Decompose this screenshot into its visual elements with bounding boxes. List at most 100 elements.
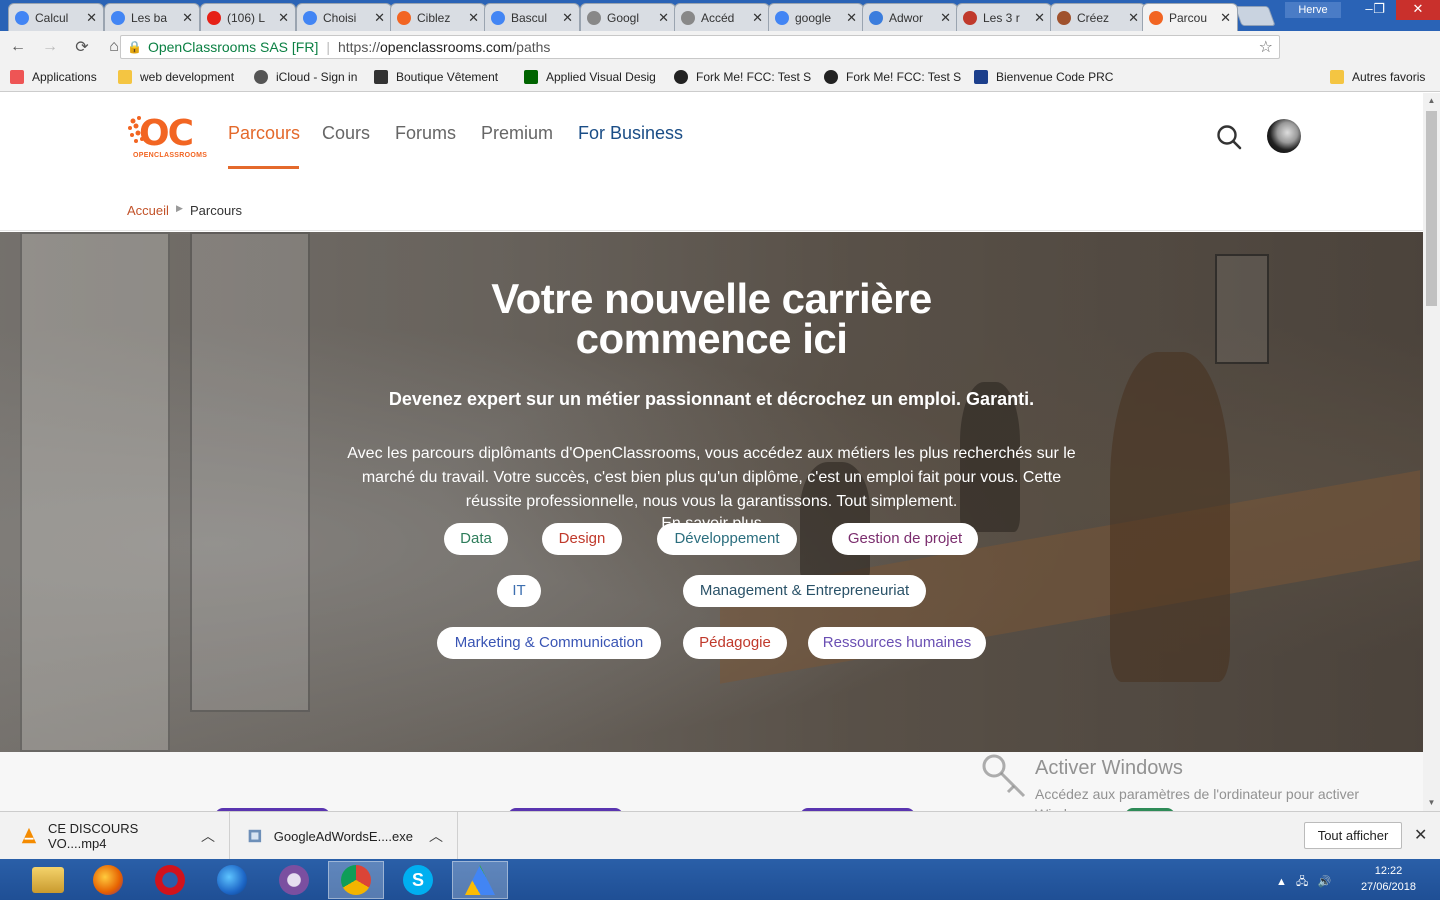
category-pill[interactable]: Pédagogie [683,627,787,659]
browser-tab[interactable]: Parcou ✕ [1142,3,1238,31]
nav-for-business[interactable]: For Business [578,123,683,144]
download-item[interactable]: GoogleAdWordsE....exe ︿ [230,812,458,860]
tor-icon [279,865,309,895]
close-tab-icon[interactable]: ✕ [468,10,479,26]
close-tab-icon[interactable]: ✕ [86,10,97,26]
close-icon[interactable]: ✕ [1414,825,1427,845]
chevron-up-icon[interactable]: ︿ [429,826,443,846]
category-pill[interactable]: Data [444,523,508,555]
prc-icon [974,70,988,84]
nav-premium[interactable]: Premium [481,123,553,144]
document-icon [587,10,601,25]
close-tab-icon[interactable]: ✕ [1128,10,1139,26]
bookmark-star-icon[interactable]: ☆ [1259,37,1273,57]
scrollbar-thumb[interactable] [1426,111,1437,306]
taskbar-app[interactable] [266,861,322,899]
category-pill[interactable]: Management & Entrepreneuriat [683,575,926,607]
browser-tab[interactable]: Créez ✕ [1050,3,1146,31]
browser-tab[interactable]: Googl ✕ [580,3,676,31]
bookmark-item[interactable]: Applied Visual Desig [524,70,656,84]
google-icon [775,10,789,25]
nav-parcours[interactable]: Parcours [228,123,300,144]
taskbar-app[interactable]: S [390,861,446,899]
chevron-up-icon[interactable]: ︿ [201,826,215,846]
bookmark-label: Applied Visual Desig [546,70,656,84]
close-tab-icon[interactable]: ✕ [374,10,385,26]
taskbar-app[interactable] [204,861,260,899]
browser-tab[interactable]: Calcul ✕ [8,3,104,31]
key-icon [982,754,1026,798]
browser-tab[interactable]: Les 3 r ✕ [956,3,1052,31]
reload-icon[interactable]: ⟳ [68,37,96,57]
scroll-down-arrow-icon[interactable]: ▼ [1423,795,1440,811]
system-clock[interactable]: 12:22 27/06/2018 [1361,863,1416,895]
close-tab-icon[interactable]: ✕ [752,10,763,26]
edge-icon [963,10,977,25]
category-pill[interactable]: Développement [657,523,797,555]
browser-tab[interactable]: (106) L ✕ [200,3,296,31]
url-text[interactable]: https://openclassrooms.com/paths [338,39,550,55]
close-tab-icon[interactable]: ✕ [278,10,289,26]
bookmark-item[interactable]: Boutique Vêtement [374,70,498,84]
user-avatar[interactable] [1267,119,1301,153]
category-pill[interactable]: Gestion de projet [832,523,978,555]
address-bar[interactable]: 🔒 OpenClassrooms SAS [FR] | https://open… [120,35,1280,59]
category-pill[interactable]: IT [497,575,541,607]
close-tab-icon[interactable]: ✕ [658,10,669,26]
download-item[interactable]: CE DISCOURS VO....mp4 ︿ [0,812,230,860]
tab-title: Choisi [323,10,357,25]
bookmark-item[interactable]: iCloud - Sign in [254,70,357,84]
new-tab-button[interactable] [1234,6,1276,26]
close-tab-icon[interactable]: ✕ [182,10,193,26]
forward-arrow-icon[interactable]: → [36,38,64,56]
google-icon [111,10,125,25]
bookmark-item[interactable]: Applications [10,70,97,84]
bookmark-label: Fork Me! FCC: Test S [846,70,962,84]
page-scrollbar[interactable]: ▲ ▼ [1423,93,1440,811]
bookmark-item[interactable]: Autres favoris [1330,70,1425,84]
nav-cours[interactable]: Cours [322,123,370,144]
close-tab-icon[interactable]: ✕ [940,10,951,26]
profile-badge[interactable]: Herve [1285,2,1341,18]
scroll-up-arrow-icon[interactable]: ▲ [1423,93,1440,109]
browser-tab[interactable]: Les ba ✕ [104,3,200,31]
taskbar-app[interactable] [142,861,198,899]
site-identity[interactable]: OpenClassrooms SAS [FR] [148,39,318,55]
tab-title: Ciblez [417,10,451,25]
category-pill[interactable]: Design [542,523,622,555]
close-tab-icon[interactable]: ✕ [1034,10,1045,26]
close-window-button[interactable]: ✕ [1396,0,1440,20]
nav-forums[interactable]: Forums [395,123,456,144]
bookmark-label: Boutique Vêtement [396,70,499,84]
bookmark-item[interactable]: Fork Me! FCC: Test S [824,70,961,84]
youtube-icon [207,10,221,25]
restore-window-button[interactable]: ❐ [1364,0,1394,20]
close-tab-icon[interactable]: ✕ [562,10,573,26]
category-pill[interactable]: Marketing & Communication [437,627,661,659]
taskbar-app[interactable] [80,861,136,899]
browser-tab[interactable]: Choisi ✕ [296,3,392,31]
bookmark-item[interactable]: web development [118,70,234,84]
bookmark-item[interactable]: Fork Me! FCC: Test S [674,70,811,84]
back-arrow-icon[interactable]: ← [4,38,32,56]
browser-tab[interactable]: Adwor ✕ [862,3,958,31]
browser-tab[interactable]: google ✕ [768,3,864,31]
browser-tab[interactable]: Accéd ✕ [674,3,770,31]
taskbar-app-active[interactable] [452,861,508,899]
show-all-downloads-button[interactable]: Tout afficher [1304,822,1402,849]
openclassrooms-logo[interactable]: OC OPENCLASSROOMS [127,113,207,161]
taskbar-app[interactable] [20,861,76,899]
download-filename: GoogleAdWordsE....exe [273,828,413,844]
category-pill[interactable]: Ressources humaines [808,627,986,659]
download-filename: CE DISCOURS VO....mp4 [47,821,139,851]
browser-tab[interactable]: Bascul ✕ [484,3,580,31]
system-tray[interactable]: ▲ 🖧 🔊 [1276,873,1331,892]
hero-description: Avec les parcours diplômants d'OpenClass… [347,445,1076,510]
bookmark-item[interactable]: Bienvenue Code PRC [974,70,1113,84]
search-icon[interactable] [1216,124,1242,150]
close-tab-icon[interactable]: ✕ [1220,10,1231,26]
taskbar-app-active[interactable] [328,861,384,899]
breadcrumb-home-link[interactable]: Accueil [127,203,169,218]
browser-tab[interactable]: Ciblez ✕ [390,3,486,31]
close-tab-icon[interactable]: ✕ [846,10,857,26]
